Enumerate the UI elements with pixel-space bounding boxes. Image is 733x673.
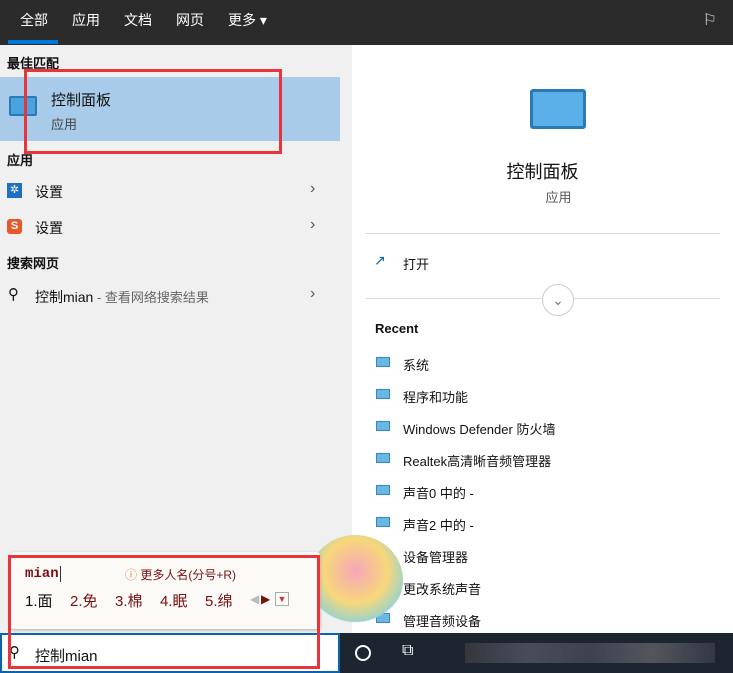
- web-query: 控制mian: [35, 289, 94, 305]
- highlight-box: [8, 555, 320, 669]
- cortana-icon[interactable]: [355, 645, 371, 661]
- chevron-right-icon: ›: [310, 216, 316, 233]
- highlight-box: [24, 69, 282, 154]
- open-action[interactable]: ↗ 打开: [365, 248, 565, 276]
- web-search-item[interactable]: ⚲ 控制mian - 查看网络搜索结果 ›: [0, 279, 340, 313]
- control-panel-large-icon: [530, 89, 586, 129]
- tab-more[interactable]: 更多 ▾: [228, 10, 267, 30]
- tab-more-label: 更多: [228, 12, 256, 28]
- open-label: 打开: [403, 257, 430, 272]
- app-item-label: 设置: [35, 184, 63, 200]
- recent-item-icon: [376, 357, 390, 367]
- active-tab-indicator: [8, 40, 58, 44]
- recent-item-icon: [376, 485, 390, 495]
- sogou-icon: S: [7, 219, 22, 234]
- apps-heading: 应用: [7, 153, 34, 168]
- search-icon: ⚲: [8, 286, 19, 303]
- feedback-icon[interactable]: ⚐: [703, 10, 717, 30]
- chevron-right-icon: ›: [310, 180, 316, 197]
- recent-item[interactable]: 声音0 中的 -: [403, 483, 474, 502]
- chevron-right-icon: ›: [310, 285, 316, 302]
- tab-all[interactable]: 全部: [20, 10, 48, 30]
- tab-apps[interactable]: 应用: [72, 10, 100, 30]
- recent-item[interactable]: Realtek高清晰音频管理器: [403, 451, 551, 470]
- top-tabs: 全部 应用 文档 网页 更多 ▾ ⚐: [0, 0, 733, 45]
- recent-item[interactable]: 管理音频设备: [403, 611, 481, 630]
- recent-heading: Recent: [375, 321, 419, 336]
- recent-item-icon: [376, 517, 390, 527]
- recent-item[interactable]: 程序和功能: [403, 387, 468, 406]
- recent-item[interactable]: 系统: [403, 355, 429, 374]
- web-suffix: - 查看网络搜索结果: [93, 290, 209, 305]
- open-icon: ↗: [374, 252, 386, 268]
- app-item-settings[interactable]: ✲ 设置 ›: [0, 174, 340, 208]
- recent-item-icon: [376, 421, 390, 431]
- chevron-down-icon: ▾: [259, 12, 267, 28]
- recent-item-icon: [376, 453, 390, 463]
- app-item-label: 设置: [35, 220, 63, 236]
- task-view-icon[interactable]: ⧉: [402, 642, 413, 660]
- expand-chevron-icon[interactable]: ⌄: [542, 284, 574, 316]
- app-item-sogou-settings[interactable]: S 设置 ›: [0, 210, 340, 244]
- ime-mascot: [308, 535, 403, 625]
- detail-title: 控制面板: [506, 162, 579, 182]
- detail-subtitle: 应用: [545, 190, 572, 205]
- gear-icon: ✲: [7, 183, 22, 198]
- taskbar: ⧉: [340, 633, 733, 673]
- tab-docs[interactable]: 文档: [124, 10, 152, 30]
- recent-item[interactable]: 更改系统声音: [403, 579, 481, 598]
- divider: [365, 233, 720, 234]
- recent-item-icon: [376, 389, 390, 399]
- taskbar-apps-blurred: [465, 643, 715, 663]
- recent-item[interactable]: Windows Defender 防火墙: [403, 419, 555, 438]
- tab-web[interactable]: 网页: [176, 10, 204, 30]
- recent-item[interactable]: 设备管理器: [403, 547, 468, 566]
- web-heading: 搜索网页: [7, 256, 60, 271]
- recent-item[interactable]: 声音2 中的 -: [403, 515, 474, 534]
- detail-pane: [352, 45, 733, 633]
